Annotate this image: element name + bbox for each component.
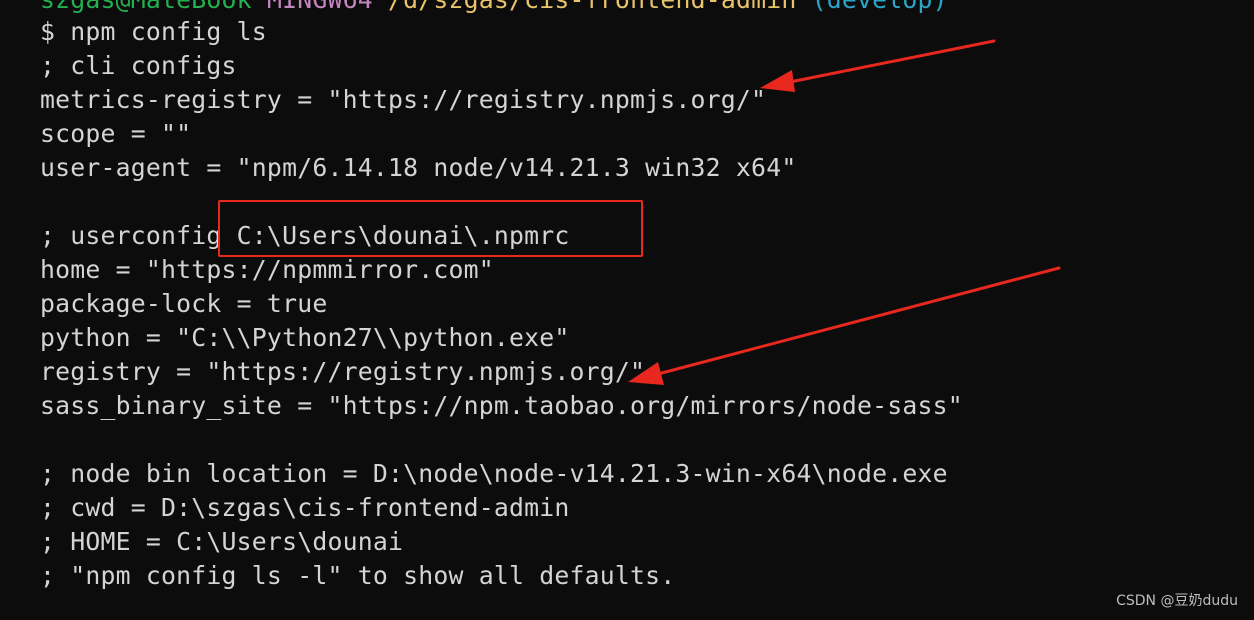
output-line: ; userconfig C:\Users\dounai\.npmrc [40,221,570,250]
arrow-registry [628,266,1061,385]
prompt-path: /d/szgas/cis-frontend-admin [388,0,796,14]
prompt-user-host: szgas@MateBook [40,0,252,14]
prompt-branch: (develop) [812,0,948,14]
output-line: ; cli configs [40,51,237,80]
watermark: CSDN @豆奶dudu [1116,593,1238,609]
arrow-metrics-registry [760,39,996,92]
output-line: user-agent = "npm/6.14.18 node/v14.21.3 … [40,153,797,182]
output-line: home = "https://npmmirror.com" [40,255,494,284]
output-line: package-lock = true [40,289,328,318]
output-line: ; HOME = C:\Users\dounai [40,527,404,556]
output-line: python = "C:\\Python27\\python.exe" [40,323,570,352]
output-line: ; cwd = D:\szgas\cis-frontend-admin [40,493,570,522]
output-line: sass_binary_site = "https://npm.taobao.o… [40,391,963,420]
prompt-system: MINGW64 [267,0,373,14]
command-line: $ npm config ls [40,17,267,46]
output-line: scope = "" [40,119,192,148]
terminal-window[interactable]: szgas@MateBook MINGW64 /d/szgas/cis-fron… [0,0,1254,620]
output-line: registry = "https://registry.npmjs.org/" [40,357,646,386]
output-line: metrics-registry = "https://registry.npm… [40,85,767,114]
output-line: ; "npm config ls -l" to show all default… [40,561,676,590]
output-line: ; node bin location = D:\node\node-v14.2… [40,459,948,488]
